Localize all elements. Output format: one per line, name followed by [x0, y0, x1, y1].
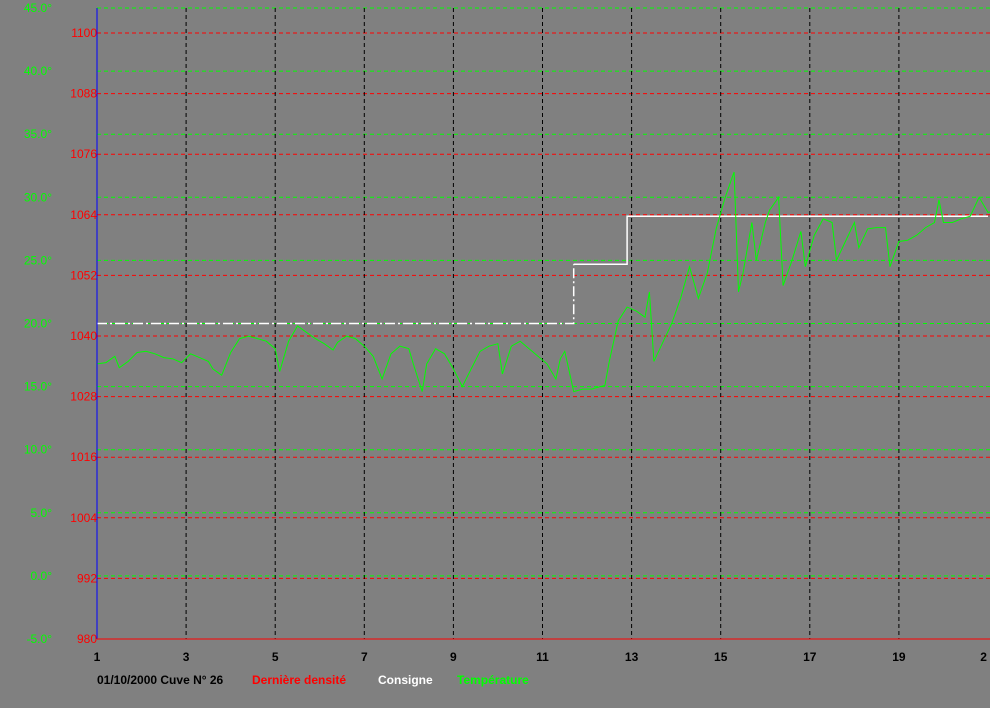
x-tick-label: 1 [94, 650, 101, 664]
x-tick-label: 2 [980, 650, 987, 664]
temperature-tick-label: 45.0° [24, 1, 52, 15]
legend-prefix: 01/10/2000 Cuve N° 26 [97, 673, 224, 687]
x-tick-label: 13 [625, 650, 639, 664]
x-tick-label: 3 [183, 650, 190, 664]
temperature-tick-label: 25.0° [24, 253, 52, 267]
temperature-tick-label: 15.0° [24, 380, 52, 394]
chart-background [0, 0, 990, 708]
density-tick-label: 1028 [70, 390, 97, 404]
density-tick-label: 992 [77, 571, 97, 585]
temperature-tick-label: 30.0° [24, 190, 52, 204]
chart-canvas: -5.0°0.0°5.0°10.0°15.0°20.0°25.0°30.0°35… [0, 0, 990, 708]
x-tick-label: 5 [272, 650, 279, 664]
density-tick-label: 1016 [70, 450, 97, 464]
legend-consigne: Consigne [378, 673, 433, 687]
density-tick-label: 1064 [70, 208, 97, 222]
density-tick-label: 980 [77, 632, 97, 646]
density-tick-label: 1088 [70, 87, 97, 101]
legend-derniere-densite: Dernière densité [252, 673, 346, 687]
density-tick-label: 1076 [70, 147, 97, 161]
temperature-tick-label: 35.0° [24, 127, 52, 141]
temperature-tick-label: -5.0° [27, 632, 53, 646]
x-tick-label: 19 [892, 650, 906, 664]
temperature-tick-label: 10.0° [24, 443, 52, 457]
legend-temperature: Température [457, 673, 529, 687]
x-tick-label: 11 [536, 650, 549, 664]
x-tick-label: 7 [361, 650, 368, 664]
x-tick-label: 15 [714, 650, 728, 664]
temperature-tick-label: 0.0° [31, 569, 53, 583]
density-tick-label: 1040 [70, 329, 97, 343]
x-tick-label: 17 [803, 650, 817, 664]
x-tick-label: 9 [450, 650, 457, 664]
density-tick-label: 1100 [71, 26, 97, 40]
temperature-tick-label: 20.0° [24, 317, 52, 331]
density-tick-label: 1052 [70, 268, 97, 282]
temperature-tick-label: 5.0° [31, 506, 53, 520]
temperature-tick-label: 40.0° [24, 64, 52, 78]
density-tick-label: 1004 [70, 511, 97, 525]
